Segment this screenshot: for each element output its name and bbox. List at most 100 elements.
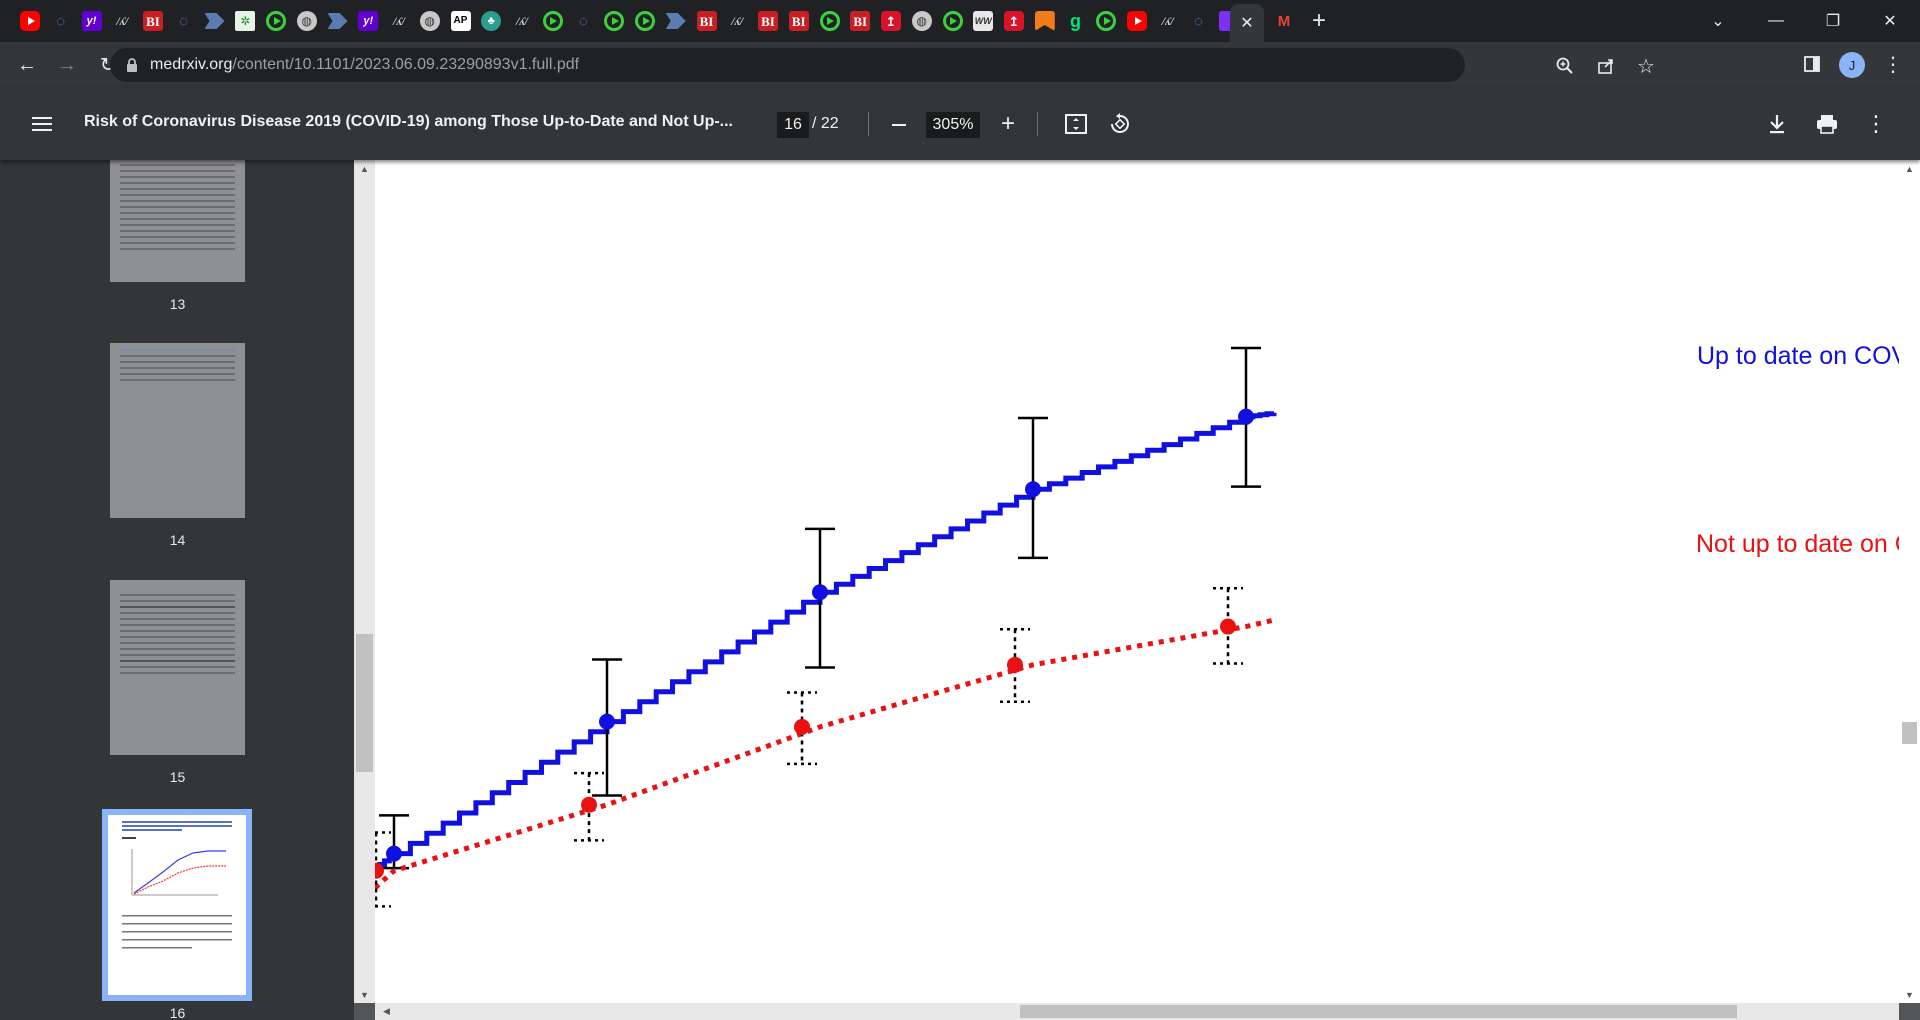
tab-business-insider[interactable]: BI [691, 5, 723, 37]
sidebar-scroll-thumb[interactable] [356, 634, 373, 772]
tab-globe[interactable]: ◍ [414, 5, 446, 37]
tab-shield[interactable]: ◌ [1183, 5, 1215, 37]
close-tab-icon[interactable]: ✕ [1240, 13, 1253, 33]
forward-button[interactable]: → [53, 51, 81, 79]
print-icon[interactable] [1813, 110, 1841, 138]
tab-shield[interactable]: ◌ [45, 5, 77, 37]
tab-shield[interactable]: ◌ [168, 5, 200, 37]
tab-play[interactable] [1090, 5, 1122, 37]
fit-to-page-icon[interactable] [1062, 110, 1090, 138]
page-total: / 22 [812, 115, 839, 132]
data-point-not-up-to-date [1007, 656, 1023, 673]
thumbnail-page-15[interactable] [110, 580, 245, 755]
side-panel-icon[interactable] [1800, 52, 1824, 76]
tab-ap[interactable]: AP [445, 5, 477, 37]
tab-red-arrow[interactable] [875, 5, 907, 37]
scroll-down-icon[interactable]: ▼ [360, 990, 369, 1000]
wsj-icon: /ʎ/ [731, 14, 744, 28]
chrome-menu-icon[interactable]: ⋮ [1881, 52, 1905, 76]
thumbnail-page-13[interactable] [110, 160, 245, 282]
tab-globe[interactable]: ◍ [906, 5, 938, 37]
tab-play[interactable] [937, 5, 969, 37]
tab-gmail[interactable]: M [1268, 5, 1300, 37]
tab-wsj[interactable]: /ʎ/ [383, 5, 415, 37]
shield-icon: ◌ [579, 12, 588, 30]
horizontal-scrollbar[interactable]: ◀ [375, 1003, 1899, 1020]
tab-wsj[interactable]: /ʎ/ [1152, 5, 1184, 37]
zoom-out-button[interactable] [888, 112, 910, 138]
tab-play[interactable] [629, 5, 661, 37]
tab-yahoo[interactable]: y! [76, 5, 108, 37]
tab-play[interactable] [814, 5, 846, 37]
tab-arrow[interactable] [660, 5, 692, 37]
restore-button[interactable]: ❐ [1813, 6, 1853, 36]
red-arrow-icon [1004, 11, 1024, 31]
tab-business-insider[interactable]: BI [844, 5, 876, 37]
pdf-page: Up to date on COVID-19 vaccination Not u… [375, 160, 1899, 1003]
tab-play[interactable] [598, 5, 630, 37]
zoom-in-button[interactable]: + [996, 112, 1020, 138]
more-options-icon[interactable]: ⋮ [1862, 110, 1890, 138]
horizontal-scroll-thumb[interactable] [1020, 1005, 1737, 1018]
tab-globe[interactable]: ◍ [291, 5, 323, 37]
business-insider-icon: BI [788, 11, 809, 31]
minimize-button[interactable]: — [1756, 6, 1796, 36]
tab-red-arrow[interactable] [998, 5, 1030, 37]
series-line-not-up-to-date [375, 617, 1275, 890]
tab-wsj[interactable]: /ʎ/ [506, 5, 538, 37]
page-scrollbar[interactable]: ▲ ▼ [1899, 160, 1920, 1003]
tab-business-insider[interactable]: BI [783, 5, 815, 37]
tab-shield[interactable]: ◌ [568, 5, 600, 37]
tab-tree[interactable]: ♣ [475, 5, 507, 37]
avatar[interactable]: J [1839, 52, 1865, 78]
tab-g[interactable]: g [1060, 5, 1092, 37]
tab-business-insider[interactable]: BI [752, 5, 784, 37]
download-icon[interactable] [1763, 110, 1791, 138]
tab-yahoo[interactable]: y! [352, 5, 384, 37]
close-window-button[interactable]: ✕ [1870, 6, 1910, 36]
wsj-icon: /ʎ/ [393, 14, 405, 28]
back-button[interactable]: ← [13, 51, 41, 79]
zoom-icon[interactable] [1553, 54, 1577, 78]
lock-icon[interactable] [126, 58, 140, 72]
tab-arrow[interactable] [199, 5, 231, 37]
tab-wsj[interactable]: /ʎ/ [721, 5, 753, 37]
tab-leaf[interactable]: ✲ [229, 5, 261, 37]
thumbnail-page-16[interactable] [102, 809, 252, 1001]
tab-youtube[interactable] [14, 5, 46, 37]
page-scroll-thumb[interactable] [1902, 722, 1917, 744]
tab-play[interactable] [537, 5, 569, 37]
tab-bookmark[interactable] [1029, 5, 1061, 37]
zoom-level-input[interactable]: 305% [926, 112, 980, 138]
share-icon[interactable] [1594, 54, 1618, 78]
omnibox[interactable]: medrxiv.org/content/10.1101/2023.06.09.2… [110, 48, 1655, 82]
scroll-left-icon[interactable]: ◀ [383, 1006, 390, 1017]
tab-youtube[interactable] [1121, 5, 1153, 37]
thumbnail-page-14[interactable] [110, 343, 245, 518]
active-tab[interactable]: ✕ [1230, 4, 1264, 42]
scroll-up-icon[interactable]: ▲ [1905, 164, 1914, 174]
tab-wsj[interactable]: /ʎ/ [106, 5, 138, 37]
tab-search-dropdown-icon[interactable]: ⌄ [1698, 6, 1738, 36]
bookmark-star-icon[interactable]: ☆ [1634, 54, 1658, 78]
tab-arrow[interactable] [322, 5, 354, 37]
tab-business-insider[interactable]: BI [137, 5, 169, 37]
business-insider-icon: BI [696, 11, 717, 31]
page-number-input[interactable]: 16 [777, 112, 809, 138]
youtube-icon [20, 11, 40, 31]
pdf-toolbar: Risk of Coronavirus Disease 2019 (COVID-… [0, 88, 1920, 160]
new-tab-button[interactable]: + [1299, 6, 1339, 36]
leaf-icon: ✲ [235, 11, 256, 31]
document-title: Risk of Coronavirus Disease 2019 (COVID-… [84, 113, 733, 130]
ap-icon: AP [450, 11, 471, 31]
sidebar-scrollbar[interactable]: ▲ ▼ [354, 160, 375, 1003]
rotate-icon[interactable] [1106, 110, 1134, 138]
pdf-viewport[interactable]: ▲ ▼ Up to date on COVID-19 vaccination N… [354, 160, 1920, 1020]
tab-ww[interactable]: WW [967, 5, 999, 37]
business-insider-icon: BI [143, 11, 163, 31]
tab-play[interactable] [260, 5, 292, 37]
scroll-up-icon[interactable]: ▲ [360, 164, 369, 174]
url-text[interactable]: medrxiv.org/content/10.1101/2023.06.09.2… [150, 56, 579, 74]
scroll-down-icon[interactable]: ▼ [1905, 990, 1914, 1000]
sidebar-menu-icon[interactable] [28, 110, 56, 138]
